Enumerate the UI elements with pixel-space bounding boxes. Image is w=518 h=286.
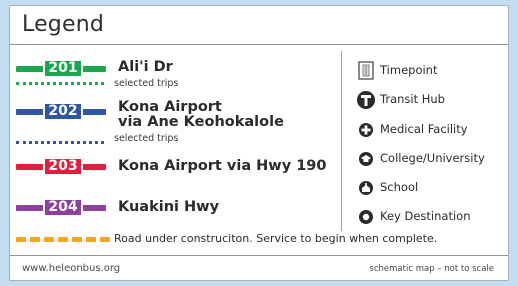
route-204-label: Kuakini Hwy [118,199,220,215]
route-203-badge: 203 [43,157,83,176]
construction-label: Road under construciton. Service to begi… [114,232,438,245]
legend-title: Legend [22,12,105,37]
route-202-label-line1: Kona Airport [118,99,222,115]
timepoint-icon [358,61,374,80]
symbol-transit-hub-label: Transit Hub [380,92,445,106]
website-link[interactable]: www.heleonbus.org [22,263,120,274]
symbol-medical-facility-label: Medical Facility [380,122,468,136]
legend-column-divider [341,51,342,231]
college-university-icon [359,152,373,166]
symbol-college-university-label: College/University [380,151,485,165]
legend-panel: Legend 201 Ali'i Dr selected trips 202 K… [9,5,509,281]
symbol-school-label: School [380,180,419,194]
transit-hub-icon [357,91,375,109]
symbol-timepoint-label: Timepoint [380,63,438,77]
key-destination-icon [359,210,373,224]
route-202-selected-trips-label: selected trips [114,133,179,144]
symbol-key-destination-label: Key Destination [380,209,471,223]
construction-dashed-line [16,237,110,242]
route-201-badge: 201 [43,59,83,78]
route-202-badge: 202 [43,102,83,121]
footer-divider [10,255,508,256]
route-201-label: Ali'i Dr [118,59,173,75]
route-201-selected-trips-line [16,82,104,85]
scale-note: schematic map – not to scale [369,264,494,274]
route-203-label: Kona Airport via Hwy 190 [118,158,327,174]
route-202-selected-trips-line [16,141,104,144]
school-icon [359,181,373,195]
route-204-badge: 204 [43,198,83,217]
medical-facility-icon [359,123,373,137]
route-201-selected-trips-label: selected trips [114,78,179,89]
title-divider [10,44,508,45]
route-202-label-line2: via Ane Keohokalole [118,114,284,130]
